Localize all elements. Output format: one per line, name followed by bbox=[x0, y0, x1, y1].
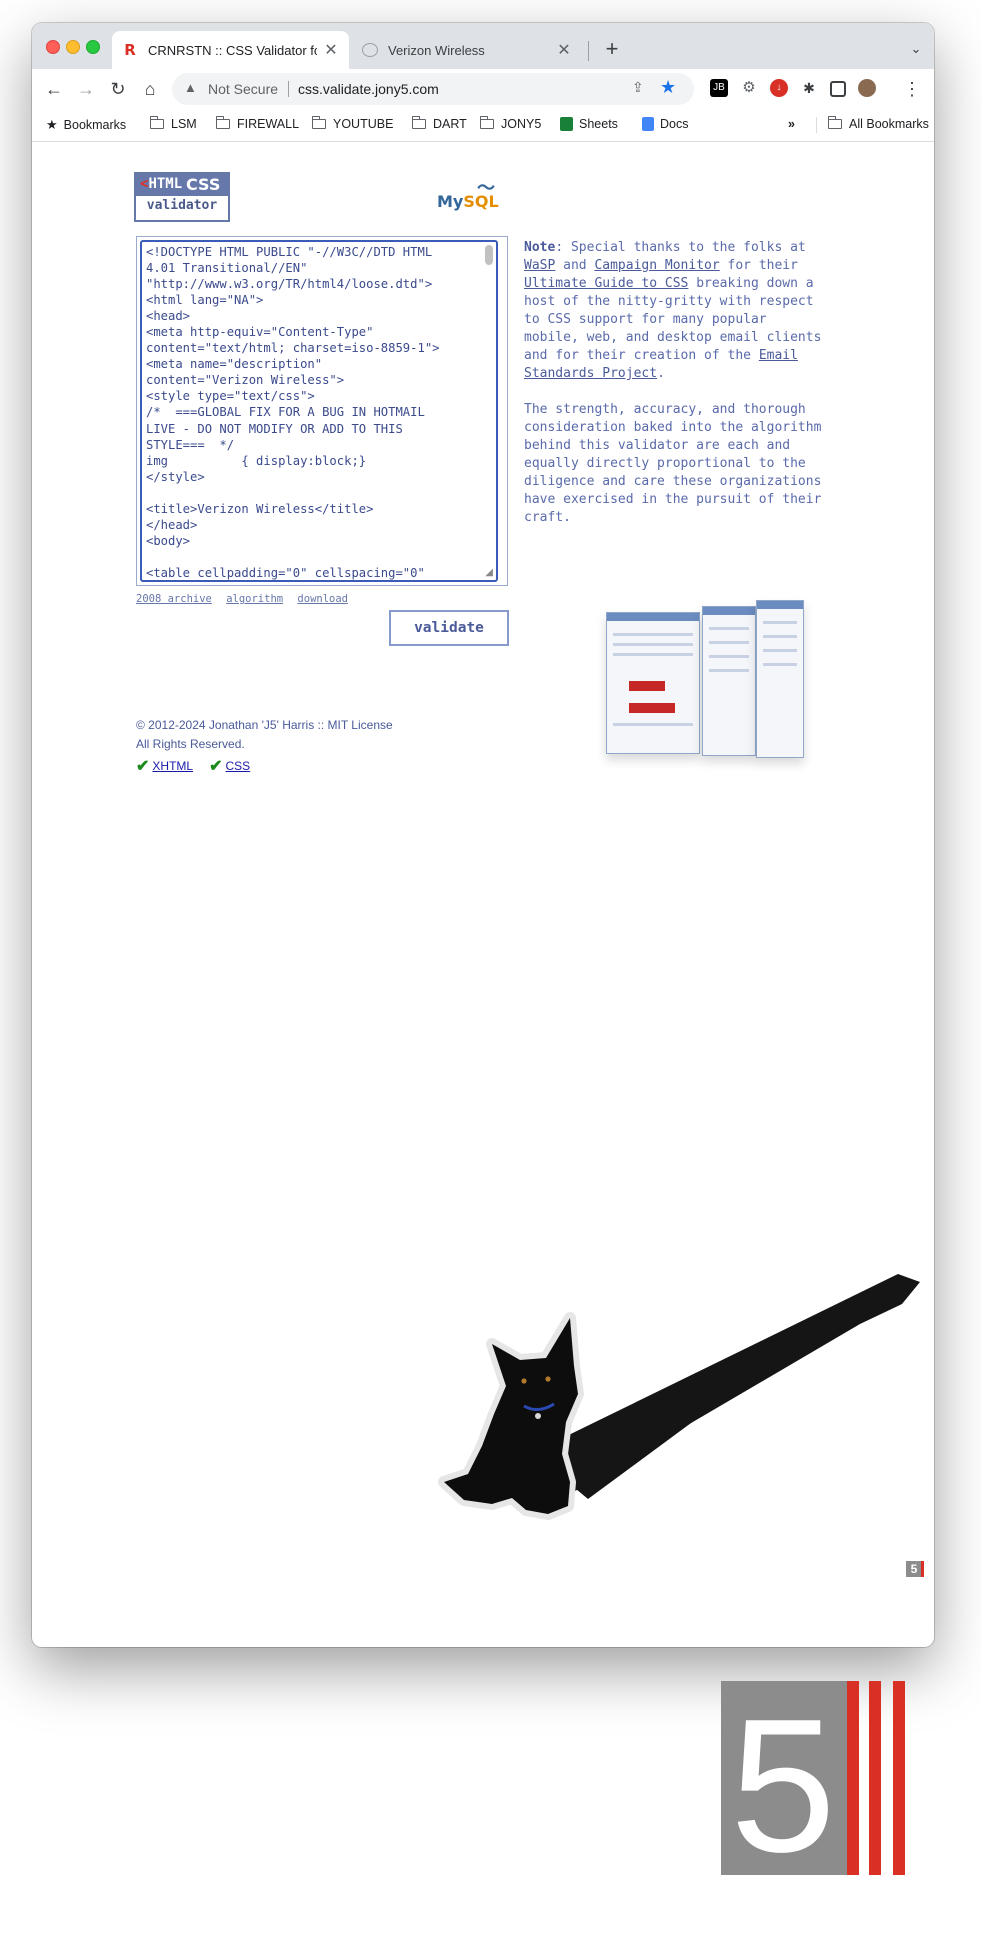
tab-divider bbox=[588, 41, 589, 61]
mysql-logo: MySQL 〜 bbox=[437, 178, 499, 211]
copyright-text: © 2012-2024 Jonathan 'J5' Harris :: MIT … bbox=[136, 718, 393, 732]
folder-icon bbox=[215, 116, 230, 129]
address-bar[interactable]: ▲ Not Secure css.validate.jony5.com ⇪ ★ bbox=[172, 73, 694, 105]
resize-grip-icon[interactable]: ◢ bbox=[485, 567, 493, 578]
bookmark-lsm[interactable]: LSM bbox=[149, 116, 197, 131]
tab-title: CRNRSTN :: CSS Validator for HTML bbox=[148, 42, 317, 58]
bookmark-dart[interactable]: DART bbox=[411, 116, 467, 131]
url-text[interactable]: css.validate.jony5.com bbox=[298, 81, 439, 97]
note-paragraph-2: The strength, accuracy, and thorough con… bbox=[524, 402, 822, 525]
side-panel-icon[interactable] bbox=[830, 81, 846, 97]
folder-icon bbox=[411, 116, 426, 129]
dog-body bbox=[438, 1312, 584, 1520]
more-menu-icon[interactable]: ⋮ bbox=[898, 75, 926, 103]
close-window-button[interactable] bbox=[46, 40, 60, 54]
bookmark-star-icon[interactable]: ★ bbox=[660, 77, 676, 98]
campaign-monitor-link[interactable]: Campaign Monitor bbox=[594, 258, 719, 273]
address-divider bbox=[288, 81, 289, 97]
folder-icon bbox=[149, 116, 164, 129]
dog-image bbox=[438, 1274, 920, 1520]
css-badge-link[interactable]: CSS bbox=[225, 757, 250, 776]
logo-red-bar-3 bbox=[893, 1681, 905, 1875]
screenshot-3 bbox=[756, 600, 804, 758]
warning-icon: ▲ bbox=[184, 80, 197, 95]
browser-toolbar: ← → ↻ ⌂ ▲ Not Secure css.validate.jony5.… bbox=[32, 69, 934, 109]
logo-red-bar-2 bbox=[869, 1681, 881, 1875]
tab-search-chevron-icon[interactable]: ⌄ bbox=[904, 35, 928, 63]
download-extension-icon[interactable]: ↓ bbox=[770, 79, 788, 97]
algorithm-link[interactable]: algorithm bbox=[226, 593, 283, 605]
globe-icon bbox=[362, 43, 378, 57]
new-tab-button[interactable]: + bbox=[598, 35, 626, 63]
back-arrow-icon[interactable]: ← bbox=[40, 75, 68, 103]
forward-arrow-icon[interactable]: → bbox=[72, 75, 100, 103]
security-label: Not Secure bbox=[208, 81, 279, 97]
footer-links: 2008 archive algorithm download bbox=[136, 593, 356, 605]
archive-link[interactable]: 2008 archive bbox=[136, 593, 212, 605]
validate-button[interactable]: validate bbox=[389, 610, 509, 646]
bookmark-sheets[interactable]: Sheets bbox=[560, 117, 618, 131]
docs-icon bbox=[642, 117, 654, 131]
j5-logo: 5 bbox=[721, 1681, 905, 1875]
home-icon[interactable]: ⌂ bbox=[136, 75, 164, 103]
star-icon: ★ bbox=[46, 117, 58, 132]
screenshot-1 bbox=[606, 612, 700, 754]
download-link[interactable]: download bbox=[297, 593, 348, 605]
bookmark-youtube[interactable]: YOUTUBE bbox=[311, 116, 393, 131]
tab-crnrstn[interactable]: R CRNRSTN :: CSS Validator for HTML ✕ bbox=[112, 31, 349, 69]
logo-html-text: <HTML bbox=[140, 176, 183, 192]
maximize-window-button[interactable] bbox=[86, 40, 100, 54]
browser-window: R CRNRSTN :: CSS Validator for HTML ✕ Ve… bbox=[32, 23, 934, 1647]
all-bookmarks[interactable]: All Bookmarks bbox=[827, 116, 929, 131]
mini-j5-logo[interactable]: 5 bbox=[906, 1561, 924, 1577]
logo-five-text: 5 bbox=[730, 1681, 836, 1875]
sheets-icon bbox=[560, 117, 573, 131]
extensions-puzzle-icon[interactable]: ✱ bbox=[800, 79, 818, 97]
close-tab-icon[interactable]: ✕ bbox=[556, 40, 572, 60]
gear-extension-icon[interactable]: ⚙ bbox=[740, 79, 758, 97]
code-input-text: <!DOCTYPE HTML PUBLIC "-//W3C//DTD HTML … bbox=[146, 245, 440, 580]
reload-icon[interactable]: ↻ bbox=[104, 75, 132, 103]
bookmark-firewall[interactable]: FIREWALL bbox=[215, 116, 299, 131]
rights-text: All Rights Reserved. bbox=[136, 737, 245, 751]
bookmark-bookmarks[interactable]: ★ Bookmarks bbox=[46, 117, 126, 133]
logo-subtitle: validator bbox=[146, 198, 218, 213]
xhtml-badge-link[interactable]: XHTML bbox=[152, 757, 193, 776]
validation-badges: ✔ XHTML ✔ CSS bbox=[136, 757, 393, 776]
tab-verizon[interactable]: Verizon Wireless ✕ bbox=[352, 31, 582, 69]
page-content: <HTML CSS validator MySQL 〜 <!DOCTYPE HT… bbox=[32, 142, 934, 1647]
close-tab-icon[interactable]: ✕ bbox=[323, 40, 339, 60]
bookmark-jony5[interactable]: JONY5 bbox=[479, 116, 541, 131]
ultimate-guide-link[interactable]: Ultimate Guide to CSS bbox=[524, 276, 688, 291]
profile-avatar[interactable] bbox=[858, 79, 876, 97]
folder-icon bbox=[311, 116, 326, 129]
tab-strip: R CRNRSTN :: CSS Validator for HTML ✕ Ve… bbox=[32, 23, 934, 69]
screenshot-2 bbox=[702, 606, 756, 756]
textarea-scrollbar[interactable] bbox=[485, 245, 493, 265]
folder-icon bbox=[479, 116, 494, 129]
css-validator-logo[interactable]: <HTML CSS validator bbox=[134, 172, 230, 222]
folder-icon bbox=[827, 116, 842, 129]
logo-red-bar-1 bbox=[847, 1681, 859, 1875]
email-client-screenshots bbox=[606, 600, 804, 770]
checkmark-icon: ✔ bbox=[209, 758, 223, 775]
logo-css-text: CSS bbox=[186, 175, 221, 194]
html-code-textarea[interactable]: <!DOCTYPE HTML PUBLIC "-//W3C//DTD HTML … bbox=[140, 240, 498, 582]
page-footer: © 2012-2024 Jonathan 'J5' Harris :: MIT … bbox=[136, 716, 393, 776]
r-logo-icon: R bbox=[124, 41, 136, 59]
share-icon[interactable]: ⇪ bbox=[632, 79, 644, 96]
code-input-frame: <!DOCTYPE HTML PUBLIC "-//W3C//DTD HTML … bbox=[136, 236, 508, 586]
note-paragraph-1: Note: Special thanks to the folks at WaS… bbox=[524, 240, 822, 381]
tab-title: Verizon Wireless bbox=[388, 42, 485, 58]
bookmarks-bar: ★ Bookmarks LSM FIREWALL YOUTUBE DART JO… bbox=[32, 109, 934, 142]
bookmarks-overflow-button[interactable]: » bbox=[788, 117, 795, 131]
bookmark-docs[interactable]: Docs bbox=[642, 117, 688, 131]
jetbrains-extension-icon[interactable]: JB bbox=[710, 79, 728, 97]
bookmarks-divider bbox=[816, 117, 817, 133]
wasp-link[interactable]: WaSP bbox=[524, 258, 555, 273]
note-text: Note: Special thanks to the folks at WaS… bbox=[524, 239, 824, 545]
checkmark-icon: ✔ bbox=[136, 758, 150, 775]
dolphin-icon: 〜 bbox=[477, 178, 495, 199]
minimize-window-button[interactable] bbox=[66, 40, 80, 54]
